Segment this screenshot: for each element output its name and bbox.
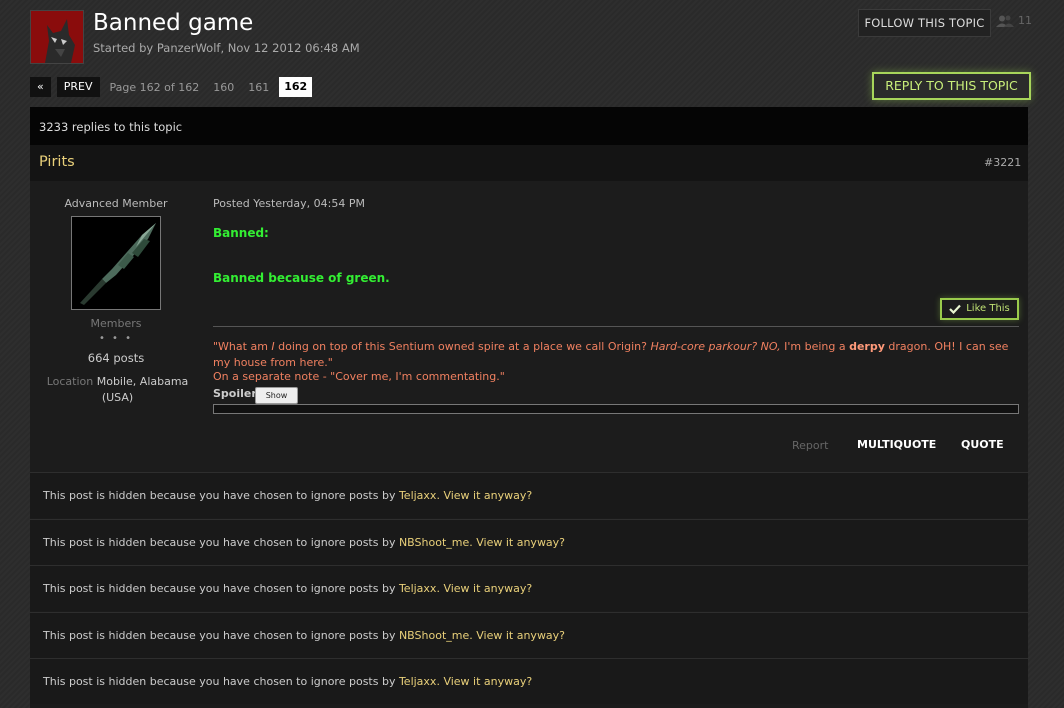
post-text-line-2: Banned because of green. [213, 271, 390, 285]
location-value: Mobile, Alabama (USA) [96, 375, 189, 404]
checkmark-icon [949, 304, 962, 314]
page-link-160[interactable]: 160 [209, 81, 238, 94]
signature-note: On a separate note - "Cover me, I'm comm… [213, 370, 505, 383]
ignored-user-link[interactable]: Teljaxx. [399, 675, 440, 688]
signature-divider [213, 326, 1019, 327]
view-anyway-link[interactable]: View it anyway? [443, 675, 532, 688]
current-page: 162 [279, 77, 313, 97]
ignored-user-link[interactable]: Teljaxx. [399, 582, 440, 595]
reply-to-topic-button[interactable]: REPLY TO THIS TOPIC [872, 72, 1031, 100]
post-header [30, 145, 1028, 181]
followers-count[interactable]: 11 [996, 14, 1032, 27]
topic-title: Banned game [93, 10, 254, 36]
followers-number: 11 [1018, 14, 1032, 27]
prev-page-button[interactable]: PREV [56, 77, 100, 97]
spoiler-label: Spoiler [213, 387, 257, 400]
quote-button[interactable]: QUOTE [961, 438, 1004, 451]
post-text-line-1: Banned: [213, 226, 269, 240]
page-link-161[interactable]: 161 [244, 81, 273, 94]
view-anyway-link[interactable]: View it anyway? [476, 629, 565, 642]
member-location: Location Mobile, Alabama (USA) [40, 374, 195, 406]
follow-topic-button[interactable]: FOLLOW THIS TOPIC [858, 9, 991, 37]
location-label: Location [46, 375, 94, 388]
report-link[interactable]: Report [792, 439, 828, 452]
view-anyway-link[interactable]: View it anyway? [443, 582, 532, 595]
ignored-user-link[interactable]: NBShoot_me. [399, 536, 473, 549]
hidden-post-message: This post is hidden because you have cho… [43, 629, 566, 642]
like-this-button[interactable]: Like This [940, 298, 1019, 320]
multiquote-button[interactable]: MULTIQUOTE [857, 438, 936, 451]
post-count: 664 posts [87, 351, 145, 365]
signature-quote: "What am I doing on top of this Sentium … [213, 340, 1009, 369]
like-label: Like This [966, 303, 1010, 314]
post-author-name[interactable]: Pirits [39, 154, 75, 170]
hidden-post-message: This post is hidden because you have cho… [43, 489, 533, 502]
replies-count: 3233 replies to this topic [39, 120, 183, 134]
post-date: Posted Yesterday, 04:54 PM [213, 197, 365, 210]
ignored-user-link[interactable]: Teljaxx. [399, 489, 440, 502]
rank-pips: • • • [98, 333, 134, 344]
hidden-post-message: This post is hidden because you have cho… [43, 536, 566, 549]
page-info: Page 162 of 162 [109, 80, 200, 94]
member-rank: Advanced Member [64, 197, 168, 210]
people-icon [996, 15, 1014, 27]
hidden-post-message: This post is hidden because you have cho… [43, 675, 533, 688]
post-number-link[interactable]: #3221 [984, 156, 1021, 169]
topic-starter-avatar[interactable] [30, 10, 84, 64]
spoiler-show-button[interactable]: Show [255, 387, 298, 404]
topic-started-by: Started by PanzerWolf, Nov 12 2012 06:48… [93, 41, 360, 55]
first-page-button[interactable]: « [30, 77, 51, 97]
ignored-user-link[interactable]: NBShoot_me. [399, 629, 473, 642]
hidden-post-message: This post is hidden because you have cho… [43, 582, 533, 595]
member-group: Members [90, 317, 142, 330]
pagination: « PREV Page 162 of 162 160 161 162 [30, 77, 313, 97]
view-anyway-link[interactable]: View it anyway? [476, 536, 565, 549]
spoiler-box [213, 404, 1019, 414]
view-anyway-link[interactable]: View it anyway? [443, 489, 532, 502]
user-avatar[interactable] [71, 216, 161, 310]
